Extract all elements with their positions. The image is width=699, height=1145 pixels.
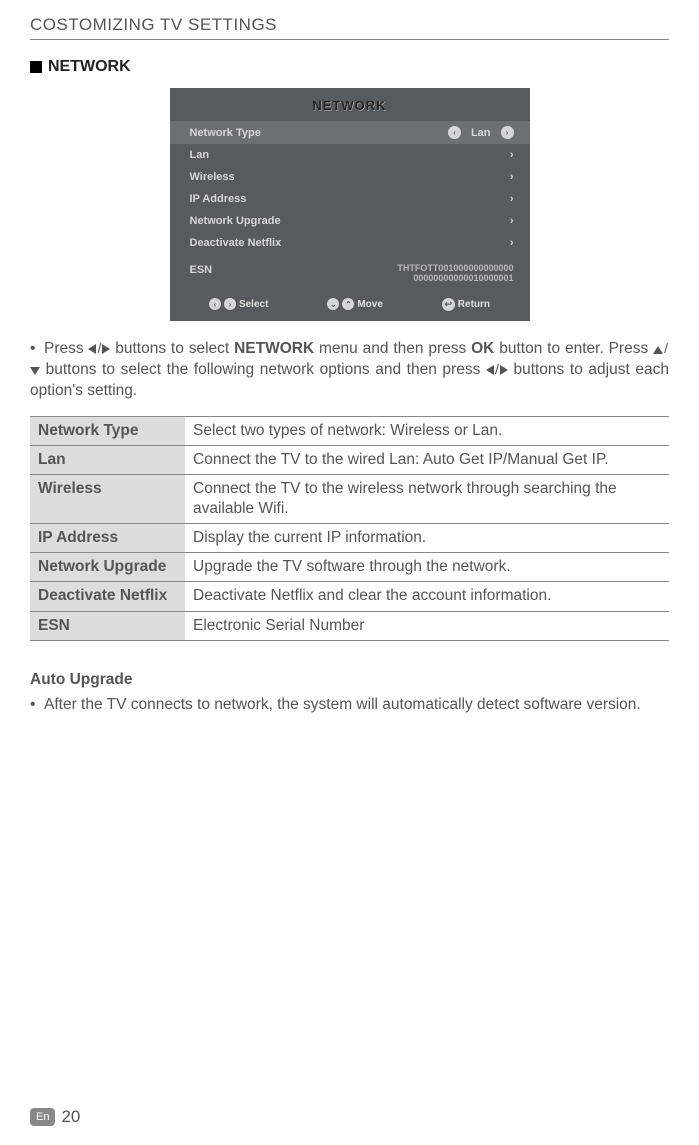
chevron-right-icon: › [510, 171, 514, 183]
cell-desc: Select two types of network: Wireless or… [185, 416, 669, 445]
options-table: Network TypeSelect two types of network:… [30, 416, 669, 641]
tv-row-deactivate-netflix: Deactivate Netflix › [170, 232, 530, 254]
cell-desc: Electronic Serial Number [185, 611, 669, 640]
cell-desc: Connect the TV to the wired Lan: Auto Ge… [185, 445, 669, 474]
cell-label: Wireless [30, 474, 185, 523]
arrow-down-icon: ⌄ [327, 298, 339, 310]
cell-desc: Connect the TV to the wireless network t… [185, 474, 669, 523]
tv-row-network-type: Network Type ‹ Lan › [170, 121, 530, 144]
table-row: ESNElectronic Serial Number [30, 611, 669, 640]
instruction-paragraph: •Press / buttons to select NETWORK menu … [30, 339, 669, 402]
tv-row-network-upgrade: Network Upgrade › [170, 210, 530, 232]
page-title: COSTOMIZING TV SETTINGS [30, 15, 669, 39]
triangle-down-icon [30, 367, 40, 375]
section-heading: NETWORK [30, 58, 669, 76]
tv-row-label: Deactivate Netflix [190, 237, 282, 249]
esn-value: THTFOTT001000000000000 00000000000010000… [397, 264, 513, 284]
table-row: WirelessConnect the TV to the wireless n… [30, 474, 669, 523]
tv-row-label: Lan [190, 149, 210, 161]
chevron-right-icon: › [510, 193, 514, 205]
arrow-right-icon: › [224, 298, 236, 310]
table-row: Network UpgradeUpgrade the TV software t… [30, 553, 669, 582]
tv-menu-screenshot: NETWORK Network Type ‹ Lan › Lan › Wirel… [170, 88, 530, 321]
footer-select-label: Select [239, 299, 268, 310]
cell-desc: Deactivate Netflix and clear the account… [185, 582, 669, 611]
tv-row-label: Wireless [190, 171, 235, 183]
chevron-right-icon: › [510, 237, 514, 249]
table-row: Deactivate NetflixDeactivate Netflix and… [30, 582, 669, 611]
tv-row-value: Lan [471, 127, 491, 139]
cell-label: ESN [30, 611, 185, 640]
page-number: 20 [61, 1107, 80, 1127]
tv-row-lan: Lan › [170, 144, 530, 166]
cell-label: IP Address [30, 524, 185, 553]
cell-label: Network Upgrade [30, 553, 185, 582]
tv-row-label: Network Type [190, 127, 261, 139]
table-row: IP AddressDisplay the current IP informa… [30, 524, 669, 553]
table-row: Network TypeSelect two types of network:… [30, 416, 669, 445]
table-row: LanConnect the TV to the wired Lan: Auto… [30, 445, 669, 474]
arrow-right-icon: › [501, 126, 514, 139]
cell-desc: Upgrade the TV software through the netw… [185, 553, 669, 582]
cell-label: Lan [30, 445, 185, 474]
triangle-right-icon [500, 365, 508, 375]
arrow-left-icon: ‹ [448, 126, 461, 139]
language-badge: En [30, 1108, 55, 1126]
page-footer: En 20 [30, 1107, 80, 1127]
chevron-right-icon: › [510, 149, 514, 161]
square-bullet-icon [30, 61, 42, 73]
auto-upgrade-text: •After the TV connects to network, the s… [30, 695, 669, 716]
return-icon: ↩ [442, 298, 455, 311]
arrow-left-icon: ‹ [209, 298, 221, 310]
tv-row-ip-address: IP Address › [170, 188, 530, 210]
triangle-up-icon [653, 346, 663, 354]
arrow-up-icon: ⌃ [342, 298, 354, 310]
header-divider [30, 39, 669, 40]
footer-return-label: Return [458, 299, 490, 310]
cell-label: Deactivate Netflix [30, 582, 185, 611]
triangle-left-icon [486, 365, 494, 375]
chevron-right-icon: › [510, 215, 514, 227]
footer-move-label: Move [357, 299, 383, 310]
triangle-left-icon [88, 344, 96, 354]
tv-row-wireless: Wireless › [170, 166, 530, 188]
tv-menu-title: NETWORK [170, 88, 530, 121]
section-label: NETWORK [48, 58, 131, 76]
tv-row-label: ESN [190, 264, 213, 284]
auto-upgrade-heading: Auto Upgrade [30, 671, 669, 689]
cell-label: Network Type [30, 416, 185, 445]
tv-menu-footer: ‹ › Select ⌄ ⌃ Move ↩ Return [170, 290, 530, 321]
cell-desc: Display the current IP information. [185, 524, 669, 553]
tv-row-esn: ESN THTFOTT001000000000000 0000000000001… [170, 254, 530, 290]
tv-row-label: IP Address [190, 193, 247, 205]
tv-row-label: Network Upgrade [190, 215, 281, 227]
